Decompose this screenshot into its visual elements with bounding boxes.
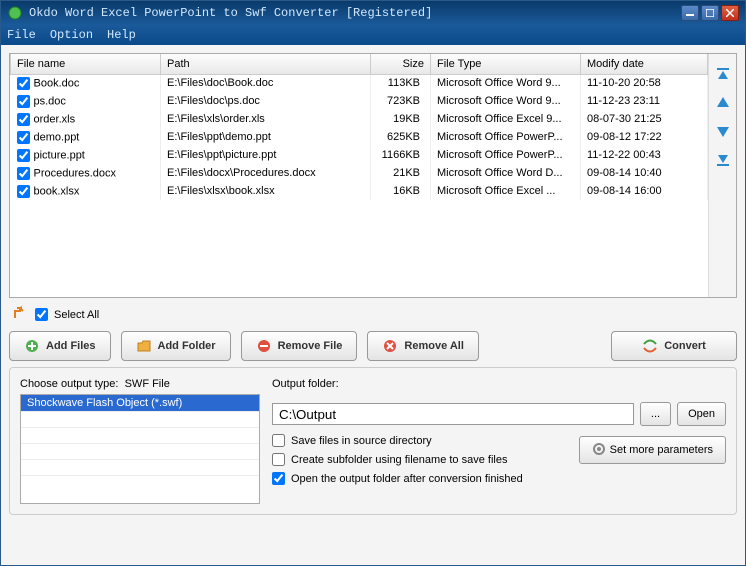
- move-top-icon[interactable]: [714, 66, 732, 84]
- row-checkbox[interactable]: [17, 95, 30, 108]
- convert-button[interactable]: Convert: [611, 331, 737, 361]
- open-after-checkbox[interactable]: [272, 472, 285, 485]
- folder-icon: [136, 338, 152, 354]
- table-row[interactable]: order.xlsE:\Files\xls\order.xls19KBMicro…: [11, 110, 708, 128]
- menu-help[interactable]: Help: [107, 28, 136, 42]
- select-all-checkbox[interactable]: [35, 308, 48, 321]
- window-title: Okdo Word Excel PowerPoint to Swf Conver…: [29, 6, 681, 20]
- browse-button[interactable]: ...: [640, 402, 671, 426]
- table-row[interactable]: picture.pptE:\Files\ppt\picture.ppt1166K…: [11, 146, 708, 164]
- minus-icon: [256, 338, 272, 354]
- open-folder-button[interactable]: Open: [677, 402, 726, 426]
- create-subfolder-label: Create subfolder using filename to save …: [291, 454, 507, 466]
- row-checkbox[interactable]: [17, 185, 30, 198]
- file-list[interactable]: File name Path Size File Type Modify dat…: [10, 54, 708, 297]
- row-checkbox[interactable]: [17, 167, 30, 180]
- col-filename[interactable]: File name: [11, 54, 161, 74]
- col-modifydate[interactable]: Modify date: [581, 54, 708, 74]
- save-source-label: Save files in source directory: [291, 435, 432, 447]
- table-row[interactable]: book.xlsxE:\Files\xlsx\book.xlsx16KBMicr…: [11, 182, 708, 200]
- add-folder-button[interactable]: Add Folder: [121, 331, 231, 361]
- minimize-button[interactable]: [681, 5, 699, 21]
- convert-label: Convert: [664, 340, 706, 352]
- add-folder-label: Add Folder: [158, 340, 216, 352]
- move-down-icon[interactable]: [714, 122, 732, 140]
- table-row[interactable]: Book.docE:\Files\doc\Book.doc113KBMicros…: [11, 74, 708, 92]
- menu-file[interactable]: File: [7, 28, 36, 42]
- remove-all-icon: [382, 338, 398, 354]
- table-row[interactable]: Procedures.docxE:\Files\docx\Procedures.…: [11, 164, 708, 182]
- move-up-icon[interactable]: [714, 94, 732, 112]
- up-folder-icon[interactable]: [13, 306, 29, 323]
- row-checkbox[interactable]: [17, 131, 30, 144]
- menu-option[interactable]: Option: [50, 28, 93, 42]
- col-filetype[interactable]: File Type: [431, 54, 581, 74]
- create-subfolder-checkbox[interactable]: [272, 453, 285, 466]
- table-row[interactable]: demo.pptE:\Files\ppt\demo.ppt625KBMicros…: [11, 128, 708, 146]
- add-files-label: Add Files: [46, 340, 96, 352]
- add-files-button[interactable]: Add Files: [9, 331, 111, 361]
- plus-icon: [24, 338, 40, 354]
- save-source-checkbox[interactable]: [272, 434, 285, 447]
- row-checkbox[interactable]: [17, 149, 30, 162]
- row-checkbox[interactable]: [17, 77, 30, 90]
- set-parameters-button[interactable]: Set more parameters: [579, 436, 726, 464]
- col-size[interactable]: Size: [371, 54, 431, 74]
- close-button[interactable]: [721, 5, 739, 21]
- set-parameters-label: Set more parameters: [610, 444, 713, 456]
- app-icon: [7, 5, 23, 21]
- remove-file-button[interactable]: Remove File: [241, 331, 358, 361]
- output-folder-input[interactable]: [272, 403, 634, 425]
- col-path[interactable]: Path: [161, 54, 371, 74]
- output-folder-label: Output folder:: [272, 378, 726, 390]
- output-type-list[interactable]: Shockwave Flash Object (*.swf): [20, 394, 260, 504]
- move-bottom-icon[interactable]: [714, 150, 732, 168]
- select-all-label: Select All: [54, 309, 99, 321]
- remove-all-label: Remove All: [404, 340, 464, 352]
- output-type-item[interactable]: Shockwave Flash Object (*.swf): [21, 395, 259, 411]
- table-row[interactable]: ps.docE:\Files\doc\ps.doc723KBMicrosoft …: [11, 92, 708, 110]
- remove-file-label: Remove File: [278, 340, 343, 352]
- menubar: File Option Help: [1, 25, 745, 45]
- output-type-value: SWF File: [125, 378, 170, 390]
- maximize-button[interactable]: [701, 5, 719, 21]
- open-after-label: Open the output folder after conversion …: [291, 473, 523, 485]
- convert-icon: [642, 338, 658, 354]
- gear-icon: [592, 442, 606, 459]
- remove-all-button[interactable]: Remove All: [367, 331, 479, 361]
- row-checkbox[interactable]: [17, 113, 30, 126]
- output-type-label: Choose output type:: [20, 378, 118, 390]
- titlebar: Okdo Word Excel PowerPoint to Swf Conver…: [1, 1, 745, 25]
